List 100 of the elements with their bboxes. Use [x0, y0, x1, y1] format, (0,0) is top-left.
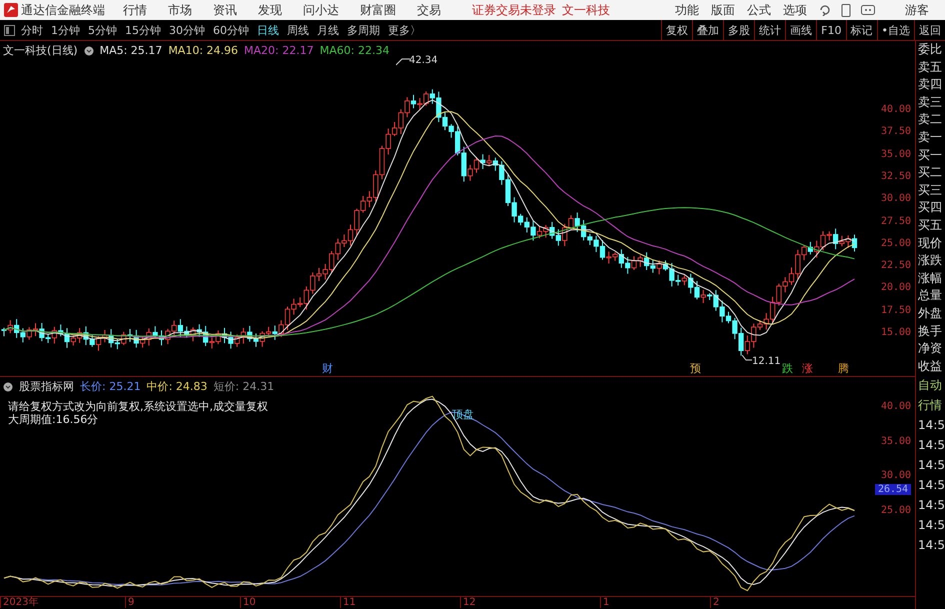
phone-icon[interactable]: [841, 4, 851, 16]
quote-field-label: 卖一: [918, 128, 944, 146]
quote-field-label: 外盘: [918, 304, 944, 322]
quote-field-label: 14:5: [918, 437, 945, 454]
axis-tick-label: 22.50: [880, 260, 912, 272]
period-tab[interactable]: 多周期: [347, 22, 380, 38]
indicator-legend: 短价: 24.31: [213, 379, 274, 394]
period-tab[interactable]: 30分钟: [169, 22, 205, 38]
menu-item[interactable]: 交易: [417, 2, 441, 18]
axis-tick-label: 12: [460, 597, 476, 608]
axis-tick-label: 2: [710, 597, 720, 608]
axis-tick-label: 25.00: [880, 504, 912, 516]
axis-tick-label: 40.00: [880, 401, 912, 412]
quote-field-label: 涨幅: [918, 270, 944, 287]
quote-field-label: 收益: [918, 358, 944, 375]
menu-item[interactable]: 发现: [258, 2, 282, 18]
period-tab[interactable]: 5分钟: [88, 22, 117, 38]
menu-item[interactable]: 市场: [168, 2, 192, 18]
stock-link[interactable]: 文一科技: [562, 2, 610, 18]
current-value-badge: 26.54: [874, 484, 912, 495]
period-tab[interactable]: 更多〉: [388, 22, 421, 38]
quote-field-label: 14:5: [918, 537, 945, 554]
axis-tick-label: 32.50: [880, 170, 912, 182]
quote-field-label: 14:5: [918, 457, 945, 474]
menu-item[interactable]: 问小达: [303, 2, 339, 18]
high-price-label: 42.34: [409, 55, 438, 66]
quote-field-label: 买一: [918, 146, 944, 164]
period-tab[interactable]: 日线: [257, 22, 279, 38]
quote-field-label: 行情: [918, 397, 944, 414]
chart-title: 文一科技(日线): [3, 43, 78, 58]
ma-legend: MA5: 25.17: [100, 44, 162, 57]
quote-field-label: 14:5: [918, 477, 945, 494]
axis-tick-label: 2023年: [0, 597, 38, 608]
axis-tick-label: 17.50: [880, 304, 912, 316]
menu-item[interactable]: 财富圈: [360, 2, 396, 18]
quote-field-label: 净资: [918, 340, 944, 358]
event-marker[interactable]: 预: [690, 361, 701, 376]
leader-line: [396, 58, 410, 66]
quote-field-label: 14:5: [918, 497, 945, 514]
user-label[interactable]: 游客: [905, 2, 929, 18]
axis-tick-label: 35.00: [880, 148, 912, 160]
login-notice: 证券交易未登录: [472, 2, 556, 18]
axis-tick-label: 27.50: [880, 216, 912, 226]
event-marker[interactable]: 财: [322, 361, 333, 376]
menu-item[interactable]: 公式: [747, 2, 771, 18]
indicator-title: 股票指标网: [19, 379, 74, 394]
quote-field-label: 卖五: [918, 58, 944, 76]
axis-tick-label: 10: [240, 597, 256, 608]
quote-field-label: 14:5: [918, 417, 945, 434]
axis-tick-label: 20.00: [880, 282, 912, 294]
settings-icon[interactable]: [84, 46, 94, 56]
period-tab[interactable]: 月线: [317, 22, 339, 38]
menu-item[interactable]: 功能: [675, 2, 699, 18]
settings-icon[interactable]: [3, 382, 13, 392]
app-title: 通达信金融终端: [21, 2, 105, 18]
axis-tick-label: 40.00: [880, 104, 912, 115]
low-price-label: 12.11: [752, 356, 781, 367]
axis-tick-label: 35.00: [880, 436, 912, 447]
quote-field-label: 买五: [918, 216, 944, 234]
message-icon[interactable]: [861, 5, 875, 15]
axis-tick-label: 9: [125, 597, 134, 608]
period-tab[interactable]: 15分钟: [125, 22, 161, 38]
quote-field-label: 卖四: [918, 76, 944, 94]
menu-item[interactable]: 行情: [123, 2, 147, 18]
axis-tick-label: 30.00: [880, 193, 912, 204]
event-marker[interactable]: 跌: [782, 361, 793, 376]
axis-tick-label: 30.00: [880, 470, 912, 482]
quote-field-label: 买三: [918, 182, 944, 199]
period-tab[interactable]: 1分钟: [51, 22, 80, 38]
quote-field-label: 委比: [918, 41, 944, 58]
quote-field-label: 卖三: [918, 94, 944, 111]
period-tab[interactable]: 分时: [21, 22, 43, 38]
quote-field-label: 涨跌: [918, 252, 944, 270]
leader-line: [742, 355, 752, 361]
quote-field-label: 买四: [918, 199, 944, 216]
ma-legend: MA60: 22.34: [320, 44, 390, 57]
event-marker[interactable]: 腾: [838, 361, 849, 376]
ma-legend: MA20: 22.17: [244, 44, 314, 57]
indicator-legend: 长价: 25.21: [80, 379, 141, 394]
indicator-legend: 中价: 24.83: [146, 379, 208, 394]
axis-tick-label: 15.00: [880, 327, 912, 338]
axis-tick-label: 25.00: [880, 238, 912, 249]
quote-field-label: 现价: [918, 234, 944, 252]
quote-field-label: 总量: [918, 287, 944, 304]
period-tab[interactable]: 60分钟: [213, 22, 249, 38]
quote-field-label: 自动: [918, 377, 944, 394]
quote-field-label: 买二: [918, 164, 944, 182]
menu-item[interactable]: 选项: [783, 2, 807, 18]
panel-icon[interactable]: [4, 24, 15, 36]
period-tab[interactable]: 周线: [287, 22, 309, 38]
refresh-icon[interactable]: [819, 4, 831, 16]
quote-field-label: 换手: [918, 322, 944, 340]
indicator-note: 大周期值:16.56分: [8, 413, 98, 426]
logo-icon: [4, 3, 18, 17]
ma-legend: MA10: 24.96: [168, 44, 238, 57]
axis-tick-label: 1: [600, 597, 610, 608]
menu-item[interactable]: 资讯: [213, 2, 237, 18]
quote-field-label: 卖二: [918, 111, 944, 128]
event-marker[interactable]: 涨: [802, 361, 813, 376]
menu-item[interactable]: 版面: [711, 2, 735, 18]
